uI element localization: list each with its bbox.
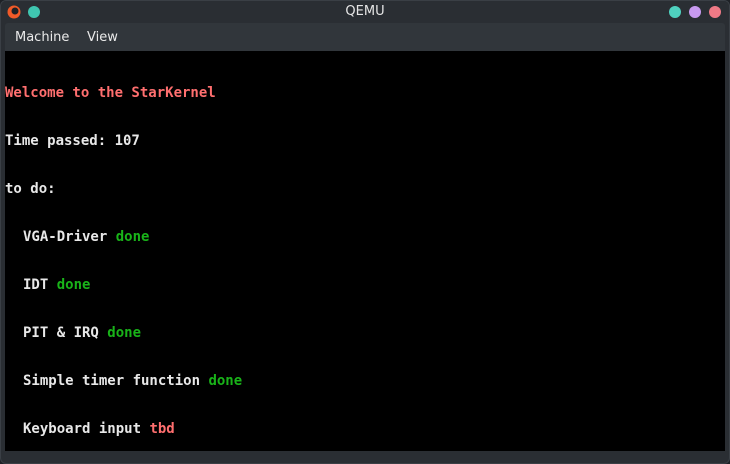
time-line: Time passed: 107 [5, 133, 242, 149]
minimize-button[interactable] [669, 6, 681, 18]
title-bar[interactable]: QEMU [1, 1, 729, 23]
qemu-window: QEMU Machine View Welcome to the StarKer… [0, 0, 730, 464]
task-status: done [115, 229, 150, 245]
menu-bar: Machine View [5, 23, 725, 51]
task-name: Simple timer function [23, 373, 201, 389]
menu-machine[interactable]: Machine [15, 30, 69, 46]
task-name: PIT & IRQ [23, 325, 99, 341]
time-label: Time passed: [5, 133, 115, 149]
maximize-button[interactable] [689, 6, 701, 18]
task-status: tbd [149, 421, 175, 437]
task-line: VGA-Driver done [5, 229, 242, 245]
task-line: PIT & IRQ done [5, 325, 242, 341]
window-bottom-border [5, 451, 725, 461]
welcome-line: Welcome to the StarKernel [5, 85, 216, 101]
task-line: Keyboard input tbd [5, 421, 242, 437]
console-output: Welcome to the StarKernel Time passed: 1… [5, 53, 242, 463]
menu-view[interactable]: View [87, 30, 118, 46]
task-name: IDT [23, 277, 49, 293]
task-status: done [208, 373, 243, 389]
task-status: done [107, 325, 142, 341]
task-line: Simple timer function done [5, 373, 242, 389]
time-value: 107 [114, 133, 140, 149]
window-title: QEMU [345, 4, 385, 19]
task-line: IDT done [5, 277, 242, 293]
vm-display[interactable]: Welcome to the StarKernel Time passed: 1… [5, 51, 725, 451]
task-name: VGA-Driver [23, 229, 108, 245]
todo-heading: to do: [5, 181, 56, 197]
close-button[interactable] [709, 6, 721, 18]
task-status: done [56, 277, 91, 293]
task-name: Keyboard input [23, 421, 142, 437]
